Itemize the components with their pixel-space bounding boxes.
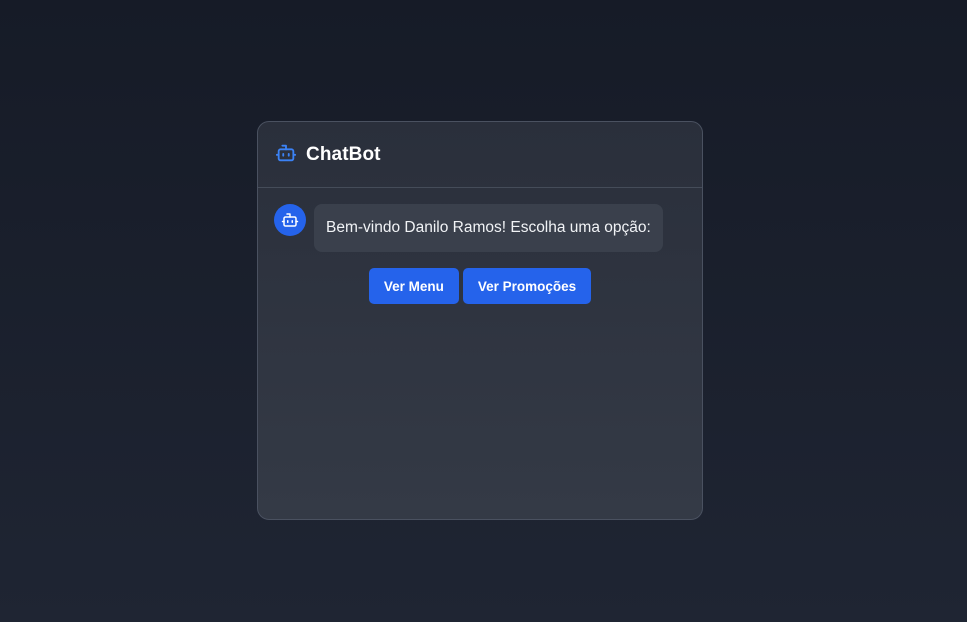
chat-body: Bem-vindo Danilo Ramos! Escolha uma opçã…: [258, 188, 702, 304]
robot-icon: [275, 142, 297, 164]
options-row: Ver Menu Ver Promoções: [274, 268, 686, 304]
chat-title: ChatBot: [306, 143, 381, 165]
robot-icon: [281, 211, 299, 229]
ver-menu-button[interactable]: Ver Menu: [368, 268, 459, 304]
bot-message: Bem-vindo Danilo Ramos! Escolha uma opçã…: [274, 204, 686, 252]
message-bubble: Bem-vindo Danilo Ramos! Escolha uma opçã…: [314, 204, 663, 252]
chat-header: ChatBot: [258, 122, 702, 188]
ver-promocoes-button[interactable]: Ver Promoções: [462, 268, 592, 304]
bot-avatar: [274, 204, 306, 236]
chat-window: ChatBot Bem-vindo Danilo Ramos! Escolha …: [257, 121, 703, 520]
